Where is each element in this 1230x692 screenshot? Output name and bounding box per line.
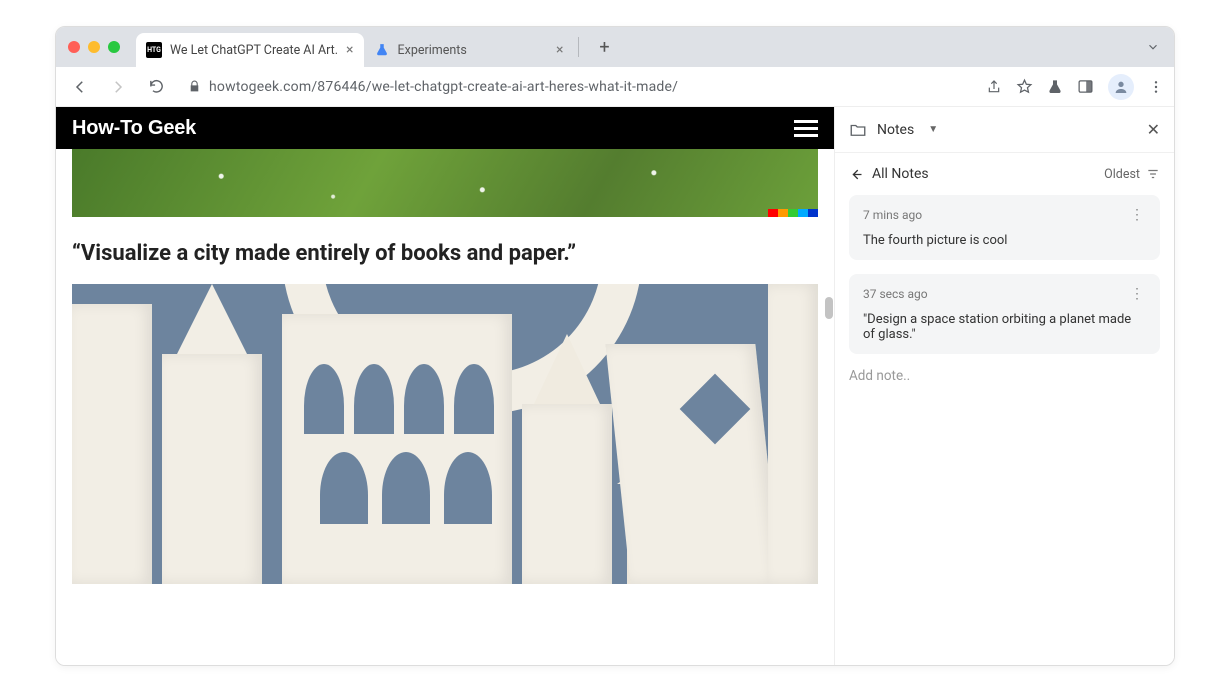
browser-window: HTG We Let ChatGPT Create AI Art. × Expe… — [55, 26, 1175, 666]
hero-image-bottom — [72, 149, 818, 217]
favicon-flask-icon — [374, 42, 390, 58]
filter-icon — [1146, 167, 1160, 181]
add-note-input[interactable]: Add note.. — [835, 354, 1174, 398]
back-button[interactable] — [66, 73, 94, 101]
tab-title: We Let ChatGPT Create AI Art. — [170, 43, 338, 58]
note-text: "Design a space station orbiting a plane… — [863, 312, 1146, 342]
tab-active[interactable]: HTG We Let ChatGPT Create AI Art. × — [136, 33, 364, 67]
sort-button[interactable]: Oldest — [1104, 167, 1160, 182]
forward-button[interactable] — [104, 73, 132, 101]
article-image-paper-city — [72, 284, 818, 584]
note-timestamp: 7 mins ago — [863, 208, 922, 222]
kebab-menu-icon[interactable] — [1148, 79, 1164, 95]
site-logo[interactable]: How-To Geek — [72, 117, 196, 140]
sidepanel-toggle-icon[interactable] — [1077, 78, 1094, 95]
lock-icon — [188, 80, 201, 93]
share-icon[interactable] — [986, 79, 1002, 95]
chevron-down-icon: ▼ — [928, 124, 938, 135]
scrollbar-thumb[interactable] — [825, 297, 833, 319]
sort-label: Oldest — [1104, 167, 1140, 182]
all-notes-back-button[interactable]: All Notes — [849, 166, 929, 182]
close-window-button[interactable] — [68, 41, 80, 53]
tab-strip: HTG We Let ChatGPT Create AI Art. × Expe… — [56, 27, 1174, 67]
tab-close-icon[interactable]: × — [556, 42, 563, 58]
tab-inactive[interactable]: Experiments × — [364, 33, 574, 67]
note-more-icon[interactable]: ⋮ — [1130, 207, 1146, 223]
url-text: howtogeek.com/876446/we-let-chatgpt-crea… — [209, 79, 678, 95]
all-notes-label: All Notes — [872, 166, 929, 182]
bookmark-star-icon[interactable] — [1016, 78, 1033, 95]
profile-avatar[interactable] — [1108, 74, 1134, 100]
notes-list: 7 mins ago ⋮ The fourth picture is cool … — [835, 195, 1174, 354]
reload-button[interactable] — [142, 73, 170, 101]
tab-title: Experiments — [398, 43, 549, 58]
sidepanel-title: Notes — [877, 122, 914, 138]
sidepanel-close-icon[interactable]: ✕ — [1147, 120, 1160, 139]
arrow-left-icon — [849, 167, 864, 182]
maximize-window-button[interactable] — [108, 41, 120, 53]
window-controls — [68, 41, 120, 53]
toolbar-right — [986, 74, 1164, 100]
hamburger-menu-icon[interactable] — [794, 120, 818, 137]
extension-flask-icon[interactable] — [1047, 79, 1063, 95]
window-menu-chevron-icon[interactable] — [1146, 40, 1160, 54]
note-timestamp: 37 secs ago — [863, 287, 928, 301]
note-text: The fourth picture is cool — [863, 233, 1146, 248]
new-tab-button[interactable]: + — [591, 33, 619, 61]
note-card[interactable]: 7 mins ago ⋮ The fourth picture is cool — [849, 195, 1160, 260]
tab-divider — [578, 37, 579, 57]
minimize-window-button[interactable] — [88, 41, 100, 53]
article-body: “Visualize a city made entirely of books… — [56, 149, 834, 584]
page-viewport: How-To Geek “Visualize a city made entir… — [56, 107, 834, 665]
toolbar: howtogeek.com/876446/we-let-chatgpt-crea… — [56, 67, 1174, 107]
section-heading: “Visualize a city made entirely of books… — [72, 241, 818, 266]
content-row: How-To Geek “Visualize a city made entir… — [56, 107, 1174, 665]
site-header: How-To Geek — [56, 107, 834, 149]
favicon-htg: HTG — [146, 42, 162, 58]
note-card[interactable]: 37 secs ago ⋮ "Design a space station or… — [849, 274, 1160, 354]
tab-close-icon[interactable]: × — [346, 42, 353, 58]
address-bar[interactable]: howtogeek.com/876446/we-let-chatgpt-crea… — [180, 79, 964, 95]
sidepanel-subheader: All Notes Oldest — [835, 153, 1174, 195]
notes-folder-icon — [849, 121, 867, 139]
sidepanel-title-dropdown[interactable]: Notes ▼ — [849, 121, 938, 139]
note-more-icon[interactable]: ⋮ — [1130, 286, 1146, 302]
side-panel: Notes ▼ ✕ All Notes Oldest — [834, 107, 1174, 665]
color-palette-strip — [768, 209, 818, 217]
sidepanel-header: Notes ▼ ✕ — [835, 107, 1174, 153]
